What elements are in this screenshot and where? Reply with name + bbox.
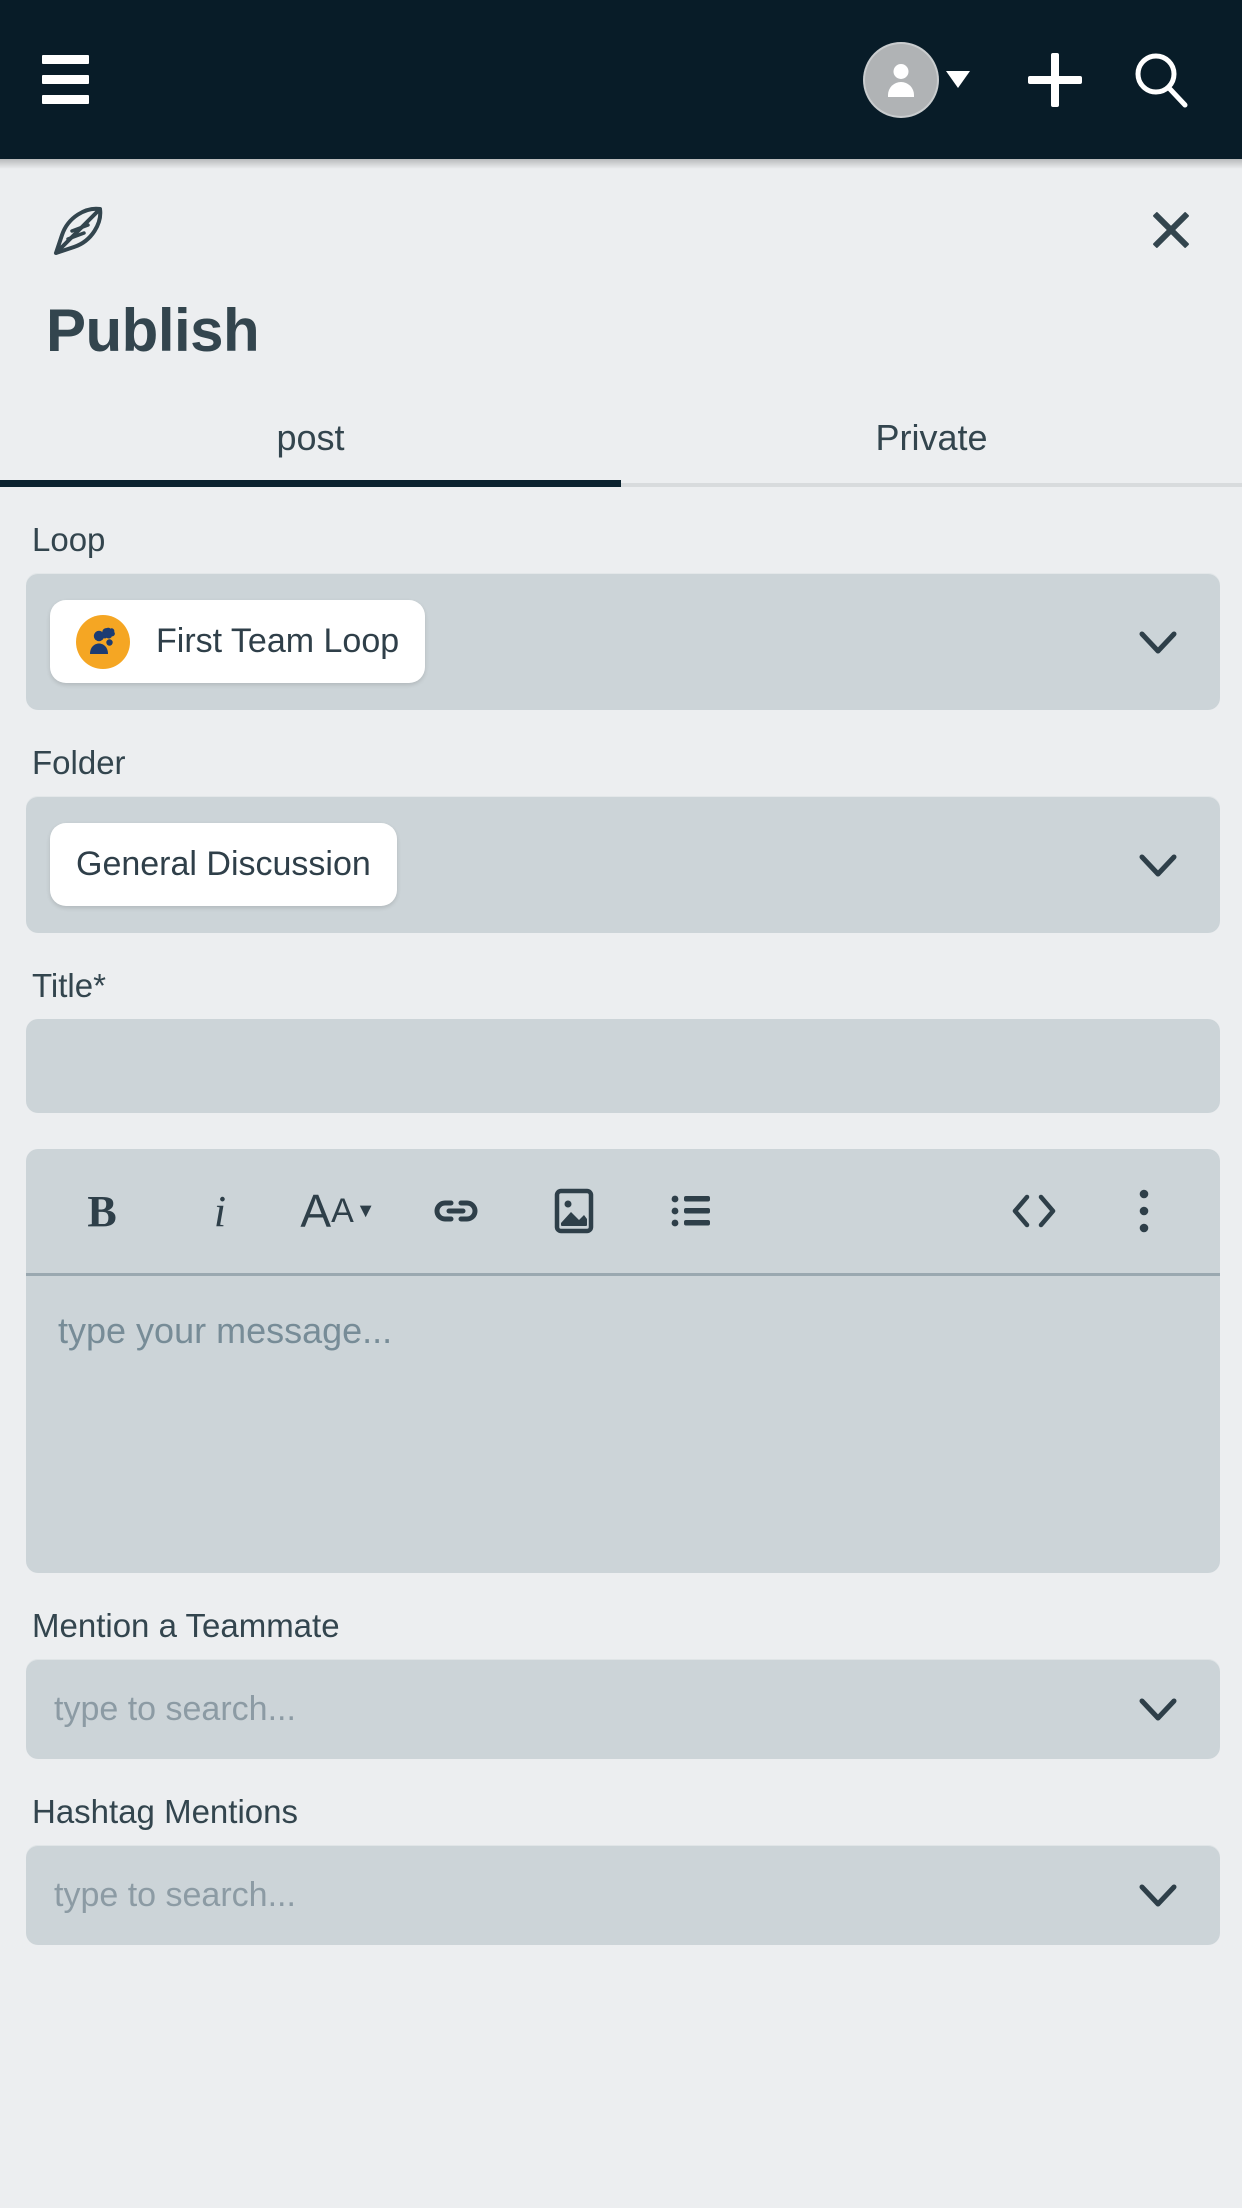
hamburger-menu-icon[interactable] bbox=[42, 49, 104, 111]
loop-selected-text: First Team Loop bbox=[156, 622, 400, 660]
tab-private[interactable]: Private bbox=[621, 409, 1242, 483]
chevron-down-icon[interactable] bbox=[1136, 843, 1180, 887]
search-icon[interactable] bbox=[1122, 41, 1200, 119]
folder-selected-text: General Discussion bbox=[76, 845, 371, 883]
kebab-menu-icon[interactable] bbox=[1106, 1173, 1182, 1249]
person-body bbox=[888, 81, 914, 97]
mention-teammate-select[interactable]: type to search... bbox=[26, 1659, 1220, 1759]
feather-quill-icon bbox=[46, 199, 110, 268]
bullet-list-icon[interactable] bbox=[654, 1173, 730, 1249]
hashtag-mentions-label: Hashtag Mentions bbox=[32, 1793, 298, 1830]
account-menu-button[interactable] bbox=[865, 43, 970, 116]
mention-teammate-placeholder: type to search... bbox=[54, 1689, 296, 1728]
link-icon[interactable] bbox=[418, 1173, 494, 1249]
hamburger-bar bbox=[42, 95, 89, 104]
image-icon[interactable] bbox=[536, 1173, 612, 1249]
person-head bbox=[893, 63, 909, 79]
team-loop-avatar-icon bbox=[76, 614, 130, 669]
user-avatar-icon bbox=[865, 43, 937, 116]
publish-form: Loop First Team Loop Folder General Disc… bbox=[24, 521, 1220, 1945]
mention-teammate-label: Mention a Teammate bbox=[32, 1607, 340, 1644]
person-glyph bbox=[881, 60, 921, 100]
loop-selected-chip: First Team Loop bbox=[50, 600, 426, 683]
tab-post[interactable]: post bbox=[0, 409, 621, 487]
tab-bar: post Private bbox=[0, 409, 1242, 487]
plus-icon[interactable] bbox=[1016, 41, 1094, 119]
folder-selected-chip: General Discussion bbox=[50, 823, 397, 906]
font-size-icon[interactable]: A A ▼ bbox=[300, 1173, 376, 1249]
chevron-down-icon[interactable] bbox=[1136, 620, 1180, 664]
chevron-down-icon[interactable] bbox=[1136, 1873, 1180, 1917]
folder-select[interactable]: General Discussion bbox=[26, 796, 1220, 933]
folder-label: Folder bbox=[32, 744, 126, 781]
title-input[interactable] bbox=[26, 1019, 1220, 1113]
hashtag-mentions-placeholder: type to search... bbox=[54, 1875, 296, 1914]
code-icon[interactable] bbox=[996, 1173, 1072, 1249]
title-label: Title* bbox=[32, 967, 106, 1004]
bold-icon[interactable]: B bbox=[64, 1173, 140, 1249]
top-bar-actions bbox=[865, 41, 1200, 119]
app-bar-shadow bbox=[0, 159, 1242, 169]
hamburger-bar bbox=[42, 75, 89, 84]
chevron-down-icon[interactable] bbox=[1136, 1687, 1180, 1731]
message-editor: B i A A ▼ type your message... bbox=[26, 1149, 1220, 1573]
loop-select[interactable]: First Team Loop bbox=[26, 573, 1220, 710]
editor-toolbar: B i A A ▼ bbox=[26, 1149, 1220, 1276]
search-glyph bbox=[1135, 53, 1188, 107]
loop-label: Loop bbox=[32, 521, 106, 558]
top-app-bar bbox=[0, 0, 1242, 159]
hashtag-mentions-select[interactable]: type to search... bbox=[26, 1845, 1220, 1945]
hamburger-bar bbox=[42, 55, 89, 64]
sheet-header bbox=[24, 169, 1218, 268]
message-placeholder[interactable]: type your message... bbox=[26, 1276, 1220, 1573]
page-title: Publish bbox=[46, 297, 260, 364]
close-x-icon[interactable] bbox=[1140, 199, 1202, 261]
publish-sheet: Publish post Private Loop First Team Loo… bbox=[0, 169, 1242, 2208]
italic-icon[interactable]: i bbox=[182, 1173, 258, 1249]
caret-down-icon bbox=[946, 71, 970, 88]
